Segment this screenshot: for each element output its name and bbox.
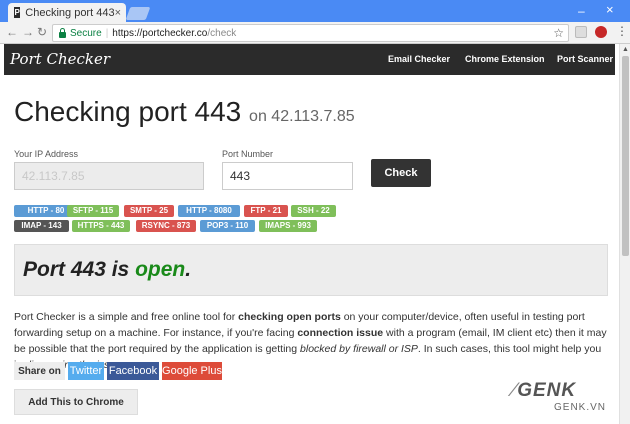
share-facebook-button[interactable]: Facebook bbox=[107, 362, 159, 380]
port-label: Port Number bbox=[222, 149, 274, 159]
site-navbar: Port Checker Email Checker Chrome Extens… bbox=[4, 44, 615, 75]
address-toolbar: ← → ↻ Secure | https://portchecker.co/ch… bbox=[0, 22, 630, 44]
ip-label: Your IP Address bbox=[14, 149, 79, 159]
desc-bold-1: checking open ports bbox=[238, 311, 341, 323]
result-suffix: . bbox=[185, 258, 192, 281]
share-twitter-button[interactable]: Twitter bbox=[68, 362, 104, 380]
watermark-logo: ⁄GENK bbox=[513, 380, 576, 402]
result-box: Port 443 is open. bbox=[14, 244, 608, 296]
desc-italic-1: blocked by firewall or ISP bbox=[300, 343, 418, 355]
favicon-icon: P bbox=[14, 7, 21, 18]
scroll-up-arrow-icon[interactable]: ▲ bbox=[622, 46, 629, 53]
window-close-icon[interactable]: × bbox=[606, 2, 620, 17]
port-tag[interactable]: HTTP - 8080 bbox=[178, 205, 240, 217]
port-number-field[interactable]: 443 bbox=[222, 162, 353, 190]
share-google-plus-button[interactable]: Google Plus bbox=[162, 362, 222, 380]
tab-title: Checking port 443 bbox=[25, 6, 115, 19]
url-path: /check bbox=[207, 27, 237, 39]
share-label: Share on bbox=[14, 362, 65, 380]
reload-icon[interactable]: ↻ bbox=[37, 25, 47, 39]
page-subtitle: on 42.113.7.85 bbox=[249, 108, 355, 125]
port-tag[interactable]: FTP - 21 bbox=[244, 205, 288, 217]
nav-email-checker[interactable]: Email Checker bbox=[388, 54, 450, 64]
result-prefix: Port 443 is bbox=[23, 258, 130, 281]
add-to-chrome-button[interactable]: Add This to Chrome bbox=[14, 389, 138, 415]
ip-address-field[interactable]: 42.113.7.85 bbox=[14, 162, 204, 190]
port-tag[interactable]: HTTPS - 443 bbox=[72, 220, 130, 232]
port-tag[interactable]: SFTP - 115 bbox=[67, 205, 119, 217]
page-title-text: Checking port 443 bbox=[14, 96, 242, 127]
extension-icon[interactable] bbox=[575, 26, 587, 38]
desc-text: Port Checker is a simple and free online… bbox=[14, 311, 239, 323]
lock-icon bbox=[59, 27, 66, 38]
bookmark-star-icon[interactable]: ☆ bbox=[553, 26, 564, 40]
result-text: Port 443 is open. bbox=[23, 258, 191, 282]
desc-bold-2: connection issue bbox=[297, 327, 384, 339]
url-host: https://portchecker.co bbox=[112, 27, 208, 39]
tab-close-icon[interactable]: × bbox=[115, 7, 121, 19]
back-arrow-icon[interactable]: ← bbox=[6, 25, 18, 39]
browser-tab[interactable]: P Checking port 443 × bbox=[8, 3, 126, 22]
port-tag[interactable]: IMAPS - 993 bbox=[259, 220, 317, 232]
secure-label: Secure bbox=[70, 27, 102, 39]
page-title: Checking port 443 on 42.113.7.85 bbox=[14, 96, 355, 128]
port-tag[interactable]: SSH - 22 bbox=[291, 205, 336, 217]
new-tab-button[interactable] bbox=[125, 7, 151, 20]
port-tag[interactable]: RSYNC - 873 bbox=[136, 220, 196, 232]
result-status: open bbox=[135, 258, 186, 281]
port-tag[interactable]: SMTP - 25 bbox=[124, 205, 174, 217]
minimize-icon[interactable]: – bbox=[578, 4, 590, 18]
check-button[interactable]: Check bbox=[371, 159, 431, 187]
port-tag[interactable]: POP3 - 110 bbox=[200, 220, 255, 232]
nav-port-scanner[interactable]: Port Scanner bbox=[557, 54, 613, 64]
browser-tab-strip: P Checking port 443 × – × bbox=[0, 0, 630, 22]
site-logo[interactable]: Port Checker bbox=[10, 50, 110, 68]
omnibox-separator: | bbox=[105, 27, 109, 39]
page-viewport: Port Checker Email Checker Chrome Extens… bbox=[0, 44, 619, 424]
forward-arrow-icon[interactable]: → bbox=[22, 25, 34, 39]
browser-menu-icon[interactable]: ⋮ bbox=[616, 24, 628, 38]
scrollbar-thumb[interactable] bbox=[622, 56, 629, 256]
port-tag[interactable]: IMAP - 143 bbox=[14, 220, 69, 232]
watermark-brand: GENK bbox=[517, 380, 577, 401]
watermark-domain: GENK.VN bbox=[554, 402, 607, 413]
page-scrollbar[interactable]: ▲ bbox=[619, 44, 630, 424]
nav-chrome-extension[interactable]: Chrome Extension bbox=[465, 54, 545, 64]
shield-extension-icon[interactable] bbox=[595, 26, 607, 38]
omnibox[interactable]: Secure | https://portchecker.co/check ☆ bbox=[52, 24, 569, 42]
